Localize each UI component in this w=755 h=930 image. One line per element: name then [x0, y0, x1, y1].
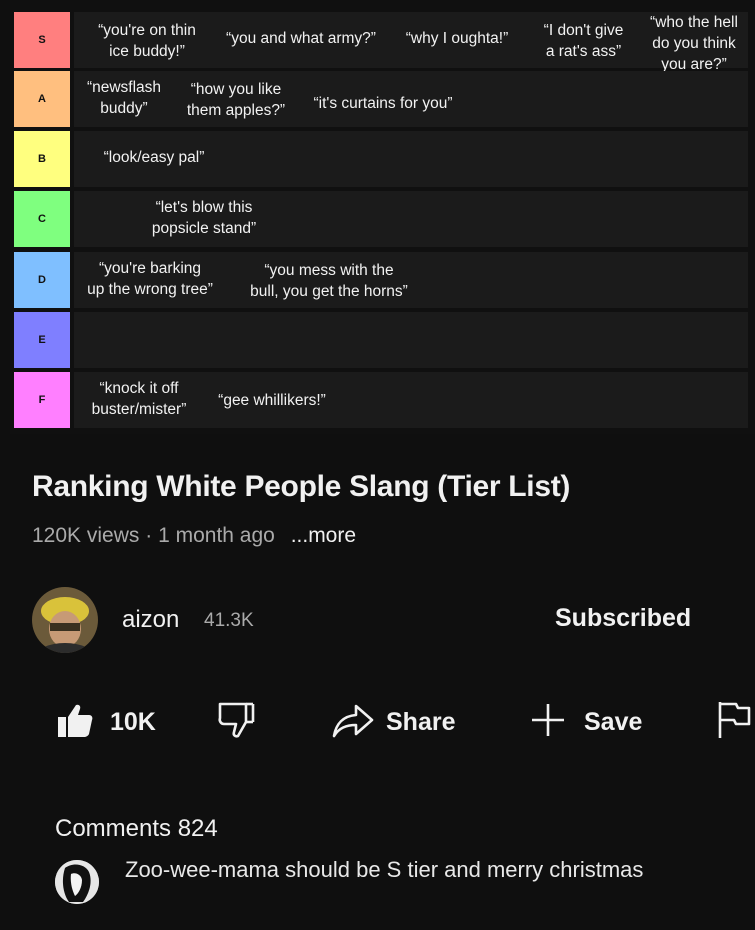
dislike-button[interactable]: [216, 700, 256, 744]
tier-item: “let's blow this popsicle stand”: [151, 199, 257, 237]
tier-label-s: S: [14, 12, 70, 68]
share-button[interactable]: Share: [332, 700, 455, 744]
tier-item: “you and what army?”: [226, 30, 376, 47]
tier-items-d: “you're barking up the wrong tree” “you …: [74, 252, 748, 308]
tier-items-f: “knock it off buster/mister” “gee whilli…: [74, 372, 748, 428]
tier-item: “it's curtains for you”: [313, 95, 453, 112]
video-meta[interactable]: 120K views · 1 month ago ...more: [32, 524, 356, 548]
save-button[interactable]: Save: [530, 700, 642, 744]
tier-item: “look/easy pal”: [103, 149, 205, 166]
tier-label-a: A: [14, 71, 70, 127]
tier-label-f: F: [14, 372, 70, 428]
view-count: 120K views: [32, 524, 140, 547]
tier-item: “how you like them apples?”: [186, 81, 286, 119]
tier-row-f: F “knock it off buster/mister” “gee whil…: [14, 372, 755, 428]
tier-item: “why I oughta!”: [405, 30, 509, 47]
report-button[interactable]: [716, 700, 752, 744]
flag-icon: [716, 700, 752, 745]
top-comment-text[interactable]: Zoo-wee-mama should be S tier and merry …: [125, 857, 643, 883]
tier-items-e: [74, 312, 748, 368]
tier-item: “newsflash buddy”: [86, 79, 162, 117]
tier-item: “who the hell do you think you are?”: [650, 14, 738, 73]
tier-row-b: B “look/easy pal”: [14, 131, 755, 187]
tier-row-s: S “you're on thin ice buddy!” “you and w…: [14, 12, 755, 73]
meta-separator: ·: [145, 524, 153, 547]
tier-row-e: E: [14, 312, 755, 368]
tier-items-a: “newsflash buddy” “how you like them app…: [74, 71, 748, 127]
tier-items-b: “look/easy pal”: [74, 131, 748, 187]
tier-label-b: B: [14, 131, 70, 187]
subscribe-button[interactable]: Subscribed: [555, 604, 691, 633]
tier-item: “you're barking up the wrong tree”: [87, 260, 213, 298]
plus-icon: [530, 702, 566, 743]
more-link[interactable]: ...more: [291, 524, 356, 547]
tier-items-s: “you're on thin ice buddy!” “you and wha…: [74, 12, 748, 73]
comments-header[interactable]: Comments 824: [55, 815, 218, 843]
channel-name[interactable]: aizon: [122, 606, 179, 634]
tier-item: “you mess with the bull, you get the hor…: [250, 262, 408, 300]
thumbs-up-icon: [56, 701, 94, 744]
thumbs-down-icon: [216, 700, 256, 745]
like-count: 10K: [110, 707, 156, 736]
tier-item: “knock it off buster/mister”: [91, 380, 187, 418]
video-title[interactable]: Ranking White People Slang (Tier List): [32, 470, 570, 504]
like-button[interactable]: 10K: [56, 700, 156, 744]
share-icon: [332, 700, 374, 745]
subscriber-count: 41.3K: [204, 610, 254, 631]
tier-row-d: D “you're barking up the wrong tree” “yo…: [14, 252, 755, 308]
tier-label-d: D: [14, 252, 70, 308]
tier-row-a: A “newsflash buddy” “how you like them a…: [14, 71, 755, 127]
commenter-avatar[interactable]: [55, 860, 99, 904]
save-label: Save: [584, 707, 643, 736]
channel-avatar[interactable]: [32, 587, 98, 653]
tier-item: “you're on thin ice buddy!”: [98, 22, 196, 60]
tier-item: “gee whillikers!”: [218, 392, 326, 409]
tier-label-c: C: [14, 191, 70, 247]
upload-age: 1 month ago: [158, 524, 275, 547]
tier-label-e: E: [14, 312, 70, 368]
tier-item: “I don't give a rat's ass”: [543, 22, 624, 60]
tier-row-c: C “let's blow this popsicle stand”: [14, 191, 755, 247]
tier-items-c: “let's blow this popsicle stand”: [74, 191, 748, 247]
tier-list-image: S “you're on thin ice buddy!” “you and w…: [10, 0, 755, 434]
share-label: Share: [386, 707, 456, 736]
